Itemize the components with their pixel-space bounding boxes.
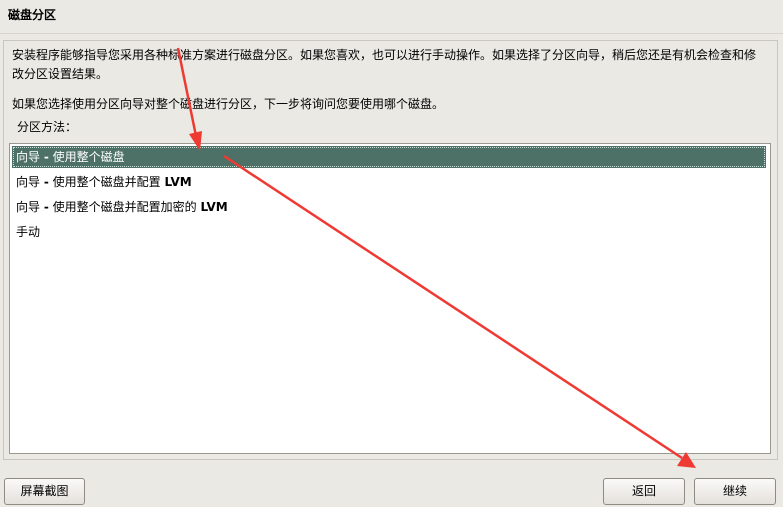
- option-prefix: 向导: [16, 175, 44, 189]
- description-line-1: 安装程序能够指导您采用各种标准方案进行磁盘分区。如果您喜欢，也可以进行手动操作。…: [12, 48, 757, 62]
- option-suffix: LVM: [164, 175, 192, 189]
- option-manual[interactable]: 手动: [12, 221, 766, 243]
- option-guided-entire-disk-lvm[interactable]: 向导 - 使用整个磁盘并配置 LVM: [12, 171, 766, 193]
- page-title: 磁盘分区: [8, 8, 57, 22]
- title-divider: [0, 33, 783, 34]
- screenshot-button[interactable]: 屏幕截图: [4, 478, 85, 505]
- back-button[interactable]: 返回: [603, 478, 685, 505]
- option-text: 使用整个磁盘并配置: [48, 175, 165, 189]
- description-line-2: 改分区设置结果。: [12, 67, 109, 81]
- continue-button[interactable]: 继续: [694, 478, 776, 505]
- option-guided-entire-disk[interactable]: 向导 - 使用整个磁盘: [12, 146, 766, 168]
- option-text: 使用整个磁盘: [48, 150, 125, 164]
- option-text: 使用整个磁盘并配置加密的: [48, 200, 201, 214]
- description-line-3: 如果您选择使用分区向导对整个磁盘进行分区，下一步将询问您要使用哪个磁盘。: [12, 97, 445, 111]
- description-text: 安装程序能够指导您采用各种标准方案进行磁盘分区。如果您喜欢，也可以进行手动操作。…: [12, 46, 767, 84]
- option-prefix: 向导: [16, 200, 44, 214]
- option-prefix: 向导: [16, 150, 44, 164]
- option-suffix: LVM: [200, 200, 228, 214]
- partition-method-list[interactable]: 向导 - 使用整个磁盘 向导 - 使用整个磁盘并配置 LVM 向导 - 使用整个…: [9, 143, 771, 454]
- partition-method-label: 分区方法：: [17, 120, 78, 134]
- option-guided-entire-disk-encrypted-lvm[interactable]: 向导 - 使用整个磁盘并配置加密的 LVM: [12, 196, 766, 218]
- option-prefix: 手动: [16, 225, 41, 239]
